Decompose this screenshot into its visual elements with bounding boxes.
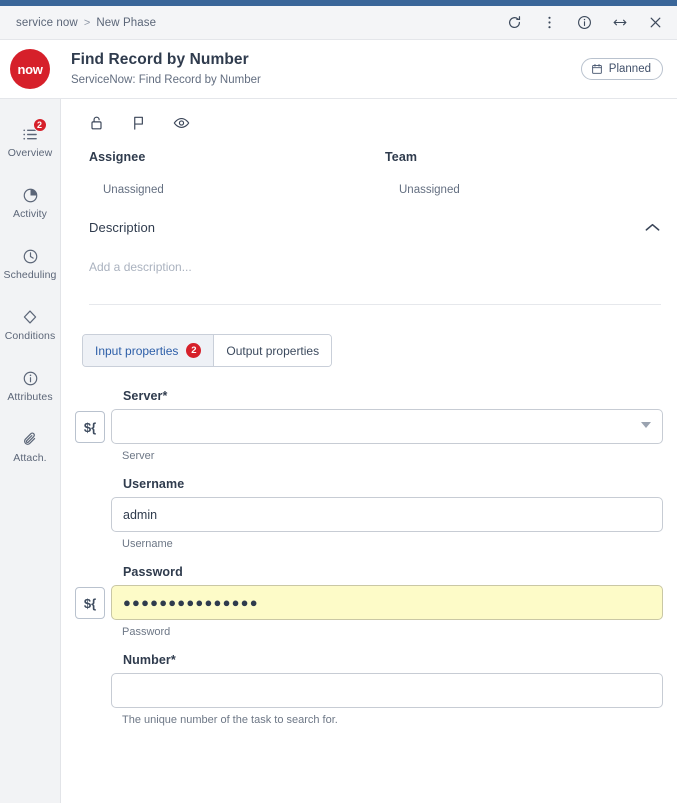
section-divider — [89, 304, 661, 305]
sidebar: 2 Overview Activity Scheduling Condition… — [0, 99, 61, 803]
field-server-label-text: Server — [123, 389, 163, 403]
field-username-row — [75, 497, 663, 532]
sidebar-item-activity[interactable]: Activity — [0, 172, 60, 233]
paperclip-icon — [22, 429, 39, 449]
field-number: Number* The unique number of the task to… — [75, 653, 663, 726]
description-section: Description Add a description... — [61, 196, 677, 305]
field-password-row: ${ — [75, 585, 663, 620]
description-header: Description — [89, 220, 661, 235]
page-subtitle: ServiceNow: Find Record by Number — [71, 73, 261, 86]
sidebar-badge-overview: 2 — [32, 118, 47, 132]
tab-output-properties[interactable]: Output properties — [213, 335, 332, 366]
tab-input-properties-label: Input properties — [95, 343, 179, 358]
tab-output-properties-label: Output properties — [226, 343, 320, 358]
pie-chart-icon — [22, 185, 39, 205]
sidebar-item-scheduling[interactable]: Scheduling — [0, 233, 60, 294]
window-title-bar: service now > New Phase — [0, 6, 677, 40]
field-username-input[interactable] — [111, 497, 663, 532]
assignee-label: Assignee — [89, 150, 146, 164]
sidebar-item-attributes[interactable]: Attributes — [0, 355, 60, 416]
page-title-block: Find Record by Number ServiceNow: Find R… — [71, 51, 261, 88]
field-server-input-wrap — [111, 409, 663, 444]
app-window: service now > New Phase now Find Record … — [0, 0, 677, 803]
field-number-helper: The unique number of the task to search … — [122, 714, 338, 726]
sidebar-item-conditions[interactable]: Conditions — [0, 294, 60, 355]
field-number-required-mark: * — [170, 653, 176, 667]
field-username-helper: Username — [122, 538, 173, 550]
tab-input-properties[interactable]: Input properties 2 — [83, 335, 214, 366]
field-password-label: Password — [123, 565, 663, 579]
sidebar-item-label-activity: Activity — [12, 208, 48, 220]
field-server-required-mark: * — [162, 389, 168, 403]
field-number-label-text: Number — [123, 653, 171, 667]
record-toolbar — [61, 99, 677, 131]
flag-icon[interactable] — [131, 115, 146, 131]
assignee-value[interactable]: Unassigned — [89, 184, 371, 196]
chevron-up-icon[interactable] — [644, 222, 661, 233]
input-properties-form: Server* ${ Server Username admin Usernam… — [61, 367, 677, 726]
window-actions — [507, 15, 663, 30]
field-number-input[interactable] — [111, 673, 663, 708]
field-number-row — [75, 673, 663, 708]
content-panel: Assignee Unassigned Team Unassigned Desc… — [61, 99, 677, 803]
body-wrapper: 2 Overview Activity Scheduling Condition… — [0, 99, 677, 803]
field-password-helper: Password — [122, 626, 171, 638]
breadcrumb-separator: > — [83, 16, 91, 29]
field-number-label: Number* — [123, 653, 663, 667]
tab-input-properties-badge: 2 — [186, 343, 202, 358]
sidebar-item-label-overview: Overview — [7, 147, 53, 159]
field-username-label-text: Username — [123, 477, 185, 491]
field-password-variable-button[interactable]: ${ — [75, 587, 105, 619]
description-title: Description — [89, 220, 156, 235]
resize-icon[interactable] — [612, 15, 628, 30]
field-username: Username Username — [75, 477, 663, 550]
field-server-label: Server* — [123, 389, 663, 403]
status-badge[interactable]: Planned — [580, 58, 663, 80]
diamond-icon — [22, 307, 38, 327]
field-password-input[interactable] — [111, 585, 663, 620]
sidebar-item-label-scheduling: Scheduling — [3, 269, 57, 281]
clock-icon — [22, 246, 39, 266]
field-username-label: Username — [123, 477, 663, 491]
servicenow-logo: now — [10, 49, 50, 89]
field-password-label-text: Password — [123, 565, 183, 579]
field-server-row: ${ — [75, 409, 663, 444]
breadcrumb-current: New Phase — [96, 16, 157, 29]
properties-tabs: Input properties 2 Output properties — [82, 334, 333, 367]
team-value[interactable]: Unassigned — [385, 184, 667, 196]
info-icon[interactable] — [577, 15, 592, 30]
meta-row: Assignee Unassigned Team Unassigned — [61, 131, 677, 196]
page-title: Find Record by Number — [71, 50, 249, 68]
sidebar-item-label-conditions: Conditions — [4, 330, 56, 342]
field-password-input-wrap — [111, 585, 663, 620]
assignee-column: Assignee Unassigned — [75, 150, 371, 196]
team-label: Team — [385, 150, 418, 164]
status-badge-label: Planned — [608, 63, 651, 75]
sidebar-item-attachments[interactable]: Attach. — [0, 416, 60, 477]
more-options-icon[interactable] — [542, 15, 557, 30]
breadcrumb: service now > New Phase — [16, 17, 156, 29]
field-username-input-wrap — [111, 497, 663, 532]
unlock-icon[interactable] — [89, 115, 104, 131]
eye-icon[interactable] — [173, 115, 190, 131]
info-circle-icon — [22, 368, 39, 388]
field-number-input-wrap — [111, 673, 663, 708]
sidebar-item-overview[interactable]: 2 Overview — [0, 111, 60, 172]
field-server: Server* ${ Server — [75, 389, 663, 462]
logo-text: now — [17, 61, 43, 77]
description-placeholder[interactable]: Add a description... — [89, 260, 661, 274]
breadcrumb-root[interactable]: service now — [16, 17, 78, 29]
sidebar-item-label-attachments: Attach. — [13, 452, 47, 464]
sidebar-item-label-attributes: Attributes — [7, 391, 53, 403]
list-icon: 2 — [22, 118, 47, 144]
field-server-variable-button[interactable]: ${ — [75, 411, 105, 443]
team-column: Team Unassigned — [371, 150, 667, 196]
field-server-helper: Server — [122, 450, 155, 462]
field-password: Password ${ Password — [75, 565, 663, 638]
calendar-icon — [591, 63, 603, 75]
field-server-select[interactable] — [111, 409, 663, 444]
page-header: now Find Record by Number ServiceNow: Fi… — [0, 40, 677, 99]
close-icon[interactable] — [648, 15, 663, 30]
refresh-icon[interactable] — [507, 15, 522, 30]
